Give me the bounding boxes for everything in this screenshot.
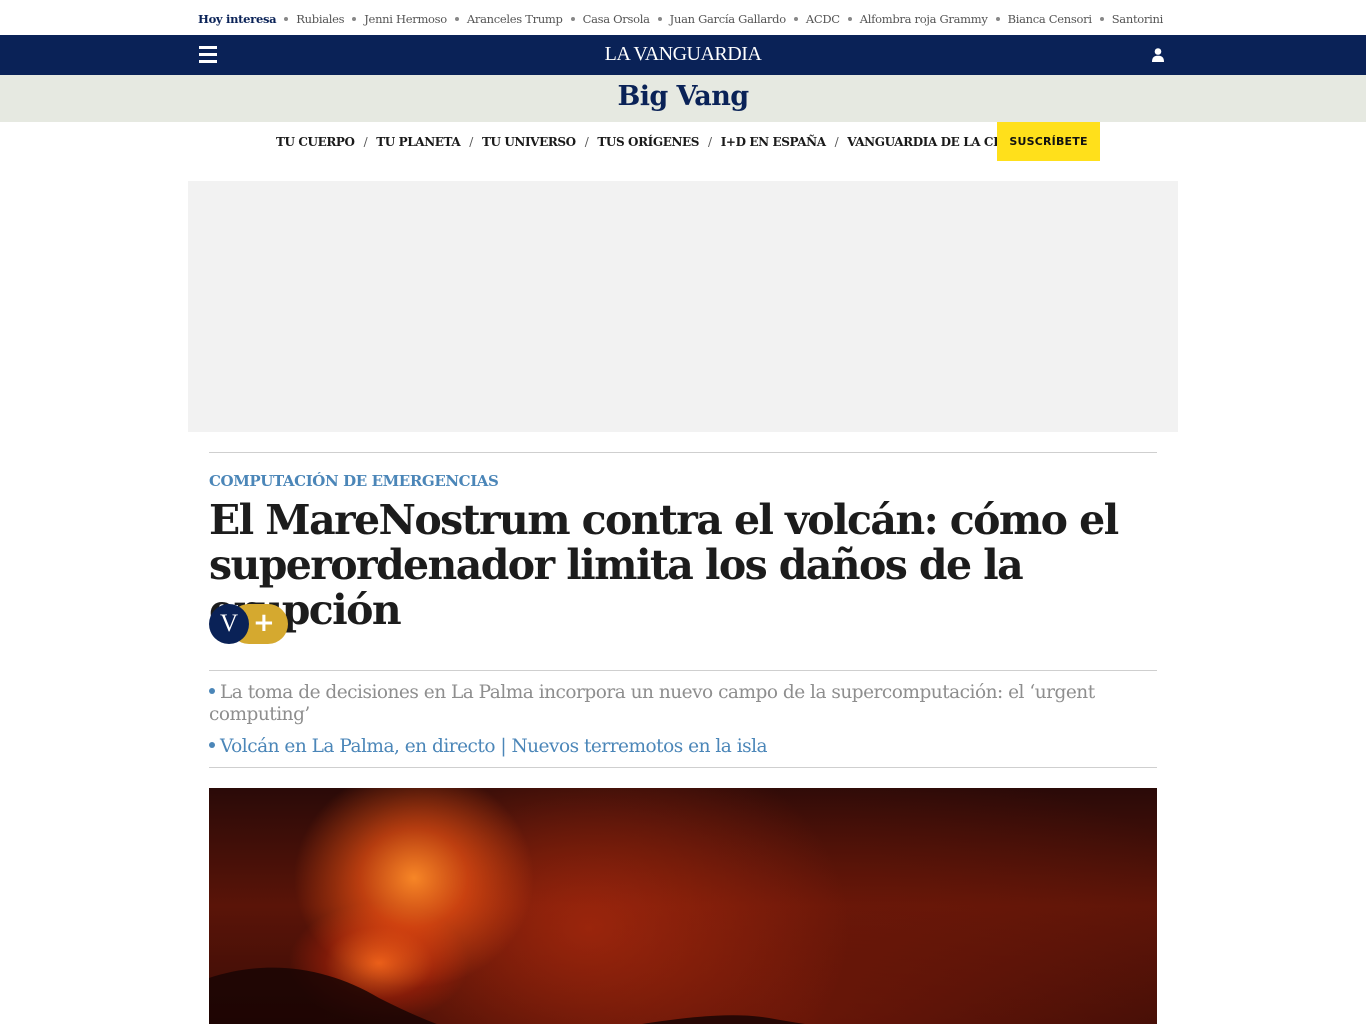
trending-tag[interactable]: Aranceles Trump — [467, 12, 563, 26]
trending-tag[interactable]: ACDC — [806, 12, 840, 26]
trending-tag[interactable]: Bianca Censori — [1008, 12, 1092, 26]
separator-dot — [793, 17, 798, 21]
section-subnav: TU CUERPO / TU PLANETA / TU UNIVERSO / T… — [0, 122, 1366, 162]
separator-dot — [995, 17, 1000, 21]
article-kicker[interactable]: COMPUTACIÓN DE EMERGENCIAS — [209, 472, 499, 490]
separator-dot — [454, 17, 459, 21]
subscribe-button[interactable]: SUSCRÍBETE — [997, 122, 1100, 161]
premium-badge: + V — [209, 604, 289, 644]
divider — [209, 767, 1157, 768]
user-icon[interactable] — [1150, 47, 1166, 63]
related-links: La toma de decisiones en La Palma incorp… — [209, 682, 1109, 768]
trending-bar: Hoy interesa Rubiales Jenni Hermoso Aran… — [0, 0, 1366, 35]
trending-tag[interactable]: Jenni Hermoso — [364, 12, 447, 26]
trending-tag[interactable]: Casa Orsola — [583, 12, 650, 26]
bullet-icon — [209, 688, 215, 694]
separator-dot — [657, 17, 662, 21]
trending-tag[interactable]: Rubiales — [296, 12, 344, 26]
section-band: Big Vang — [0, 75, 1366, 122]
plus-icon: + — [253, 608, 275, 638]
subnav-separator: / — [708, 135, 712, 149]
related-link-text[interactable]: Volcán en La Palma, en directo | Nuevos … — [220, 736, 768, 757]
volcano-ridge-shape — [209, 967, 806, 1024]
trending-tag[interactable]: Alfombra roja Grammy — [860, 12, 988, 26]
ad-slot — [188, 181, 1178, 432]
subnav-separator: / — [469, 135, 473, 149]
subnav-separator: / — [363, 135, 368, 149]
related-link[interactable]: Volcán en La Palma, en directo | Nuevos … — [209, 736, 1109, 758]
subnav-separator: / — [584, 135, 589, 149]
section-title[interactable]: Big Vang — [617, 81, 749, 112]
subnav-item[interactable]: TUS ORÍGENES — [597, 135, 699, 149]
trending-tag[interactable]: Juan García Gallardo — [670, 12, 786, 26]
separator-dot — [352, 17, 357, 21]
subnav-item[interactable]: TU UNIVERSO — [482, 135, 576, 149]
divider — [209, 670, 1157, 671]
separator-dot — [570, 17, 575, 21]
article-headline: El MareNostrum contra el volcán: cómo el… — [209, 496, 1119, 634]
separator-dot — [847, 17, 852, 21]
subnav-item[interactable]: TU CUERPO — [276, 135, 355, 149]
vanguardia-v-icon: V — [209, 604, 249, 644]
related-link-text[interactable]: La toma de decisiones en La Palma incorp… — [209, 682, 1095, 725]
subnav-item[interactable]: TU PLANETA — [376, 135, 460, 149]
trending-tag[interactable]: Santorini — [1112, 12, 1164, 26]
subnav-separator: / — [834, 135, 839, 149]
separator-dot — [1099, 17, 1104, 21]
trending-list: Hoy interesa Rubiales Jenni Hermoso Aran… — [198, 10, 1163, 28]
divider — [209, 452, 1157, 453]
bullet-icon — [209, 742, 215, 748]
hero-image-volcano — [209, 788, 1157, 1024]
related-link[interactable]: La toma de decisiones en La Palma incorp… — [209, 682, 1109, 726]
subnav-item[interactable]: I+D EN ESPAÑA — [721, 135, 826, 149]
separator-dot — [284, 17, 289, 21]
site-header: LA VANGUARDIA — [0, 35, 1366, 75]
trending-label: Hoy interesa — [198, 12, 277, 26]
